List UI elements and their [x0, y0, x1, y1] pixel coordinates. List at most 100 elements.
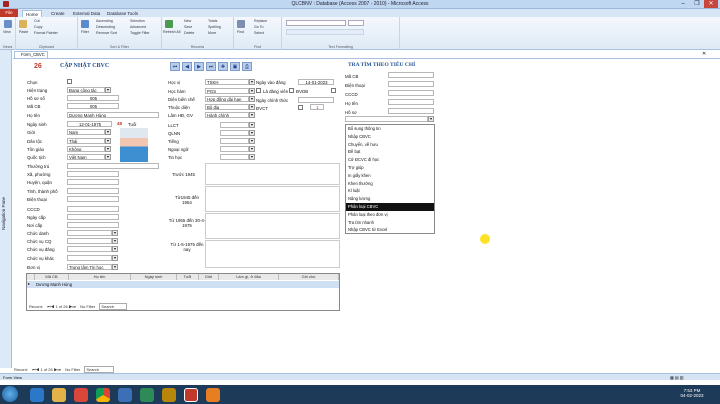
close-form-icon[interactable]: ✕	[702, 51, 706, 57]
close-button[interactable]: ✕	[704, 0, 718, 8]
folder-icon[interactable]	[162, 388, 176, 402]
spelling-button[interactable]: Spelling	[208, 25, 221, 29]
chevron-down-icon[interactable]: ▼	[105, 129, 111, 135]
column-header-ngay-sinh[interactable]: Ngày sinh	[131, 274, 177, 280]
cut-button[interactable]: Cut	[34, 19, 40, 23]
chevron-down-icon[interactable]: ▼	[249, 79, 255, 85]
hoc-ham-combo[interactable]: PGS	[205, 88, 249, 94]
menu-item[interactable]: Đề bạt	[346, 148, 434, 156]
xa-phuong-field[interactable]	[67, 171, 119, 177]
refresh-all-button[interactable]: Refresh All	[163, 30, 180, 34]
word-icon[interactable]	[118, 388, 132, 402]
copy-button[interactable]: Copy	[34, 25, 42, 29]
menu-item[interactable]: Trợ giúp	[346, 164, 434, 172]
table-row[interactable]: ▸ Dương Mạnh Hùng	[27, 281, 339, 288]
ho-ten-field[interactable]: Dương Mạnh Hùng	[67, 112, 159, 118]
menu-item[interactable]: Chuyển, về hưu	[346, 141, 434, 149]
chevron-down-icon[interactable]: ▼	[249, 104, 255, 110]
subform-search-box[interactable]: Search	[99, 303, 128, 310]
column-header-lam-gi[interactable]: Làm gì, ở đâu	[219, 274, 279, 280]
dan-toc-combo[interactable]: Thái	[67, 138, 105, 144]
select-button[interactable]: Select	[254, 31, 264, 35]
more-button[interactable]: More	[208, 31, 216, 35]
advanced-button[interactable]: Advanced	[130, 25, 146, 29]
chevron-down-icon[interactable]: ▼	[428, 116, 434, 122]
ho-so-so-field[interactable]: 005	[67, 95, 119, 101]
tab-file[interactable]: File	[0, 9, 18, 17]
tu-1955-1975-textbox[interactable]	[205, 213, 340, 239]
tab-create[interactable]: Create	[48, 10, 68, 17]
menu-item-selected[interactable]: Phân loại CBVC	[346, 202, 434, 211]
save-record-button[interactable]: Save	[184, 25, 192, 29]
chuc-vu-cq-combo[interactable]	[67, 238, 112, 244]
function-combo[interactable]	[345, 116, 428, 122]
chevron-down-icon[interactable]: ▼	[112, 264, 118, 270]
ngay-chinh-thuc-field[interactable]	[298, 97, 334, 103]
la-dang-vien-checkbox[interactable]	[256, 88, 261, 93]
menu-item[interactable]: Khen thưởng	[346, 180, 434, 188]
start-icon[interactable]	[2, 386, 18, 402]
record-position[interactable]: 1 of 26	[55, 304, 67, 309]
dvct-checkbox[interactable]	[298, 105, 303, 110]
new-record-button[interactable]: New	[184, 19, 191, 23]
chrome-icon[interactable]	[96, 388, 110, 402]
no-filter-indicator[interactable]: No Filter	[65, 367, 80, 372]
ngay-cap-field[interactable]	[67, 214, 119, 220]
cell-ho-ten[interactable]: Dương Mạnh Hùng	[36, 282, 72, 287]
chevron-down-icon[interactable]: ▼	[249, 96, 255, 102]
cccd-field[interactable]	[67, 206, 119, 212]
minimize-button[interactable]: –	[676, 0, 690, 8]
tab-external-data[interactable]: External Data	[70, 10, 103, 17]
chevron-down-icon[interactable]: ▼	[249, 88, 255, 94]
tu-1945-1954-textbox[interactable]	[205, 186, 340, 212]
chevron-down-icon[interactable]: ▼	[105, 87, 111, 93]
tab-database-tools[interactable]: Database Tools	[104, 10, 141, 17]
llct-combo[interactable]	[220, 122, 249, 128]
print-button[interactable]: ⎙	[242, 62, 252, 71]
dien-thoai-field[interactable]	[67, 196, 119, 202]
ascending-button[interactable]: Ascending	[96, 19, 113, 23]
dvdb-right-checkbox[interactable]	[331, 88, 336, 93]
form-search-box[interactable]: Search	[84, 366, 115, 373]
chevron-down-icon[interactable]: ▼	[112, 238, 118, 244]
chevron-down-icon[interactable]: ▼	[105, 154, 111, 160]
access-taskbar-icon[interactable]	[184, 388, 198, 402]
quoc-tich-combo[interactable]: Việt Nam	[67, 154, 105, 160]
huyen-quan-field[interactable]	[67, 179, 119, 185]
ie-icon[interactable]	[30, 388, 44, 402]
menu-item[interactable]: Kỉ luật	[346, 187, 434, 195]
thuoc-dien-combo[interactable]: Bộ địa	[205, 104, 249, 110]
tieng-combo[interactable]	[220, 138, 249, 144]
no-filter-indicator[interactable]: No Filter	[80, 304, 95, 309]
column-header-tuoi[interactable]: Tuổi	[177, 274, 199, 280]
tin-hoc-combo[interactable]	[220, 154, 249, 160]
previous-record-button[interactable]: ◀	[182, 62, 192, 71]
tab-form-cbvc[interactable]: Form_CBVC	[14, 51, 48, 58]
view-switcher[interactable]: ▦ ▤ ▥	[670, 375, 684, 380]
excel-icon[interactable]	[140, 388, 154, 402]
lam-hd-combo[interactable]: Hành chính	[205, 112, 249, 118]
search-ho-so-input[interactable]	[388, 108, 434, 114]
remove-sort-button[interactable]: Remove Sort	[96, 31, 117, 35]
ma-cb-field[interactable]: 005	[67, 103, 119, 109]
view-icon[interactable]	[4, 20, 12, 28]
tu-1975-nay-textbox[interactable]	[205, 240, 340, 268]
menu-item[interactable]: Tra tìm nhanh	[346, 219, 434, 227]
ngoai-ngu-combo[interactable]	[220, 146, 249, 152]
new-record-nav-button[interactable]: ✚	[218, 62, 228, 71]
chuc-danh-combo[interactable]	[67, 230, 112, 236]
dien-bien-che-combo[interactable]: Hợp đồng dài hạn	[205, 96, 249, 102]
menu-item[interactable]: Cử ĐCVC đi học	[346, 156, 434, 164]
chevron-down-icon[interactable]: ▼	[105, 138, 111, 144]
filter-button[interactable]: Filter	[81, 30, 89, 34]
search-dien-thoai-input[interactable]	[388, 81, 434, 87]
chuc-vu-dang-combo[interactable]	[67, 246, 112, 252]
explorer-icon[interactable]	[52, 388, 66, 402]
font-size-dropdown[interactable]	[348, 20, 364, 26]
ton-giao-combo[interactable]: Không	[67, 146, 105, 152]
format-toolbar[interactable]	[286, 29, 364, 35]
search-ma-cb-input[interactable]	[388, 72, 434, 78]
menu-item[interactable]: Nâng lương	[346, 195, 434, 203]
first-record-icon[interactable]: ⏮◀	[32, 367, 39, 372]
toggle-filter-button[interactable]: Toggle Filter	[130, 31, 150, 35]
